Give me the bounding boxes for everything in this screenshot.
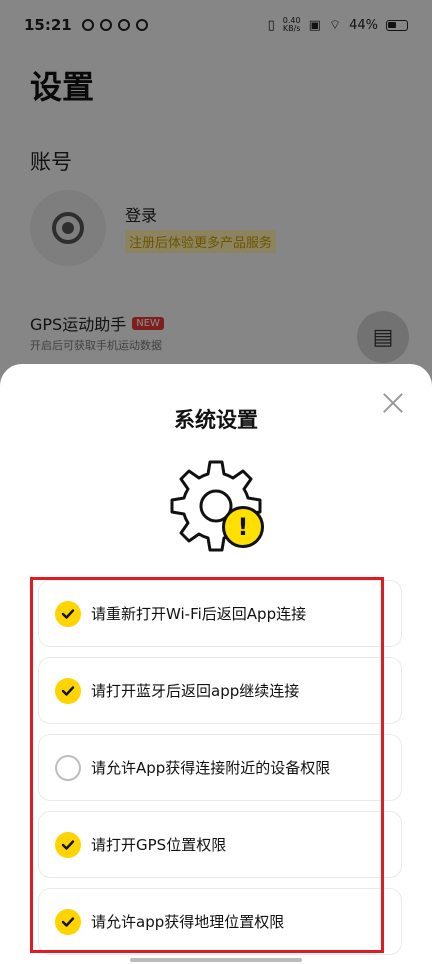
- check-icon: [55, 677, 81, 704]
- list-item-label: 请打开GPS位置权限: [91, 836, 227, 854]
- list-item[interactable]: 请允许App获得连接附近的设备权限: [38, 734, 402, 801]
- close-icon[interactable]: [380, 390, 406, 416]
- system-settings-sheet: 系统设置 ! 请重新打开Wi-Fi后返回App连接 请打开蓝牙后返回app继续连…: [0, 364, 432, 964]
- home-indicator[interactable]: [130, 958, 302, 962]
- list-item[interactable]: 请打开GPS位置权限: [38, 811, 402, 878]
- warning-icon: !: [222, 506, 264, 548]
- list-item-label: 请允许App获得连接附近的设备权限: [91, 759, 331, 777]
- list-item[interactable]: 请重新打开Wi-Fi后返回App连接: [38, 580, 402, 647]
- gear-warning-illustration: !: [166, 456, 266, 556]
- check-icon: [55, 908, 81, 935]
- list-item[interactable]: 请打开蓝牙后返回app继续连接: [38, 657, 402, 724]
- checklist: 请重新打开Wi-Fi后返回App连接 请打开蓝牙后返回app继续连接 请允许Ap…: [38, 580, 402, 964]
- list-item-label: 请允许app获得地理位置权限: [91, 913, 285, 931]
- list-item-label: 请打开蓝牙后返回app继续连接: [91, 682, 300, 700]
- check-icon: [55, 600, 81, 627]
- check-icon: [55, 831, 81, 858]
- unchecked-circle-icon: [55, 754, 81, 781]
- sheet-title: 系统设置: [174, 408, 258, 432]
- list-item[interactable]: 请允许app获得地理位置权限: [38, 888, 402, 955]
- list-item-label: 请重新打开Wi-Fi后返回App连接: [91, 605, 307, 623]
